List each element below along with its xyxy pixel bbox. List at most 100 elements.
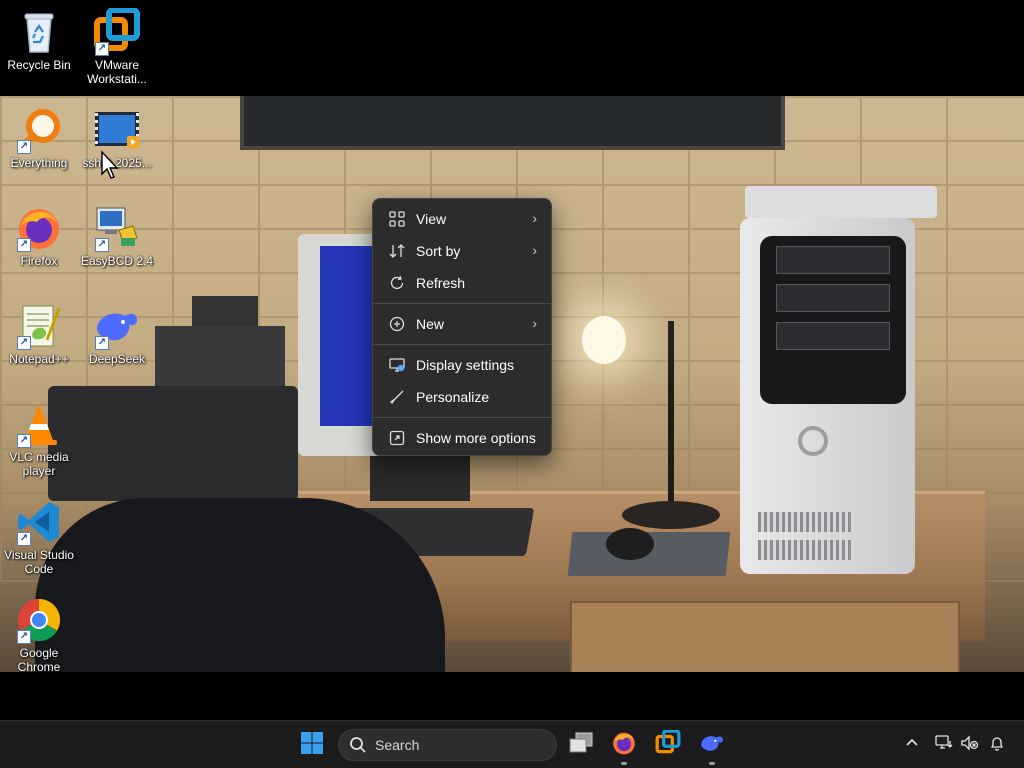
chevron-right-icon: › — [532, 242, 537, 258]
shortcut-arrow-icon: ↗ — [17, 434, 31, 448]
start-button[interactable] — [296, 729, 328, 761]
desktop-icon-deepseek[interactable]: ↗ DeepSeek — [78, 302, 156, 366]
firefox-icon — [611, 730, 637, 761]
desktop-icon-label: Everything — [10, 156, 68, 170]
recycle-bin-icon — [15, 8, 63, 56]
windows-start-icon — [300, 731, 324, 760]
shortcut-arrow-icon: ↗ — [17, 532, 31, 546]
menu-item-label: Show more options — [416, 430, 536, 446]
menu-item-new[interactable]: New › — [373, 308, 551, 340]
vlc-icon: ↗ — [15, 400, 63, 448]
taskbar-app-task-view[interactable] — [565, 729, 597, 761]
deepseek-icon: ↗ — [93, 302, 141, 350]
tray-notifications[interactable] — [985, 733, 1009, 757]
desktop-icon-label: Google Chrome — [17, 646, 61, 674]
shortcut-arrow-icon: ↗ — [95, 238, 109, 252]
chevron-up-icon — [905, 736, 919, 755]
taskbar-search-box[interactable]: Search — [338, 729, 557, 761]
desktop-icon-chrome[interactable]: ↗ Google Chrome — [0, 596, 78, 674]
wallpaper-pc-vent — [758, 512, 854, 532]
desktop-icon-vlc[interactable]: ↗ VLC media player — [0, 400, 78, 478]
wallpaper-pc-bay — [776, 322, 890, 350]
wallpaper-mouse — [606, 528, 654, 560]
wallpaper-monitor-screen — [320, 246, 375, 426]
bell-icon — [989, 735, 1005, 756]
menu-separator — [373, 417, 551, 418]
everything-search-icon: ↗ — [15, 106, 63, 154]
wallpaper-chair — [35, 498, 445, 672]
personalize-brush-icon — [387, 387, 407, 407]
vscode-icon: ↗ — [15, 498, 63, 546]
vmware-icon: ↗ — [93, 7, 141, 56]
wallpaper-pc-logo — [798, 426, 828, 456]
wallpaper-desk-drawer — [570, 601, 960, 672]
desktop-icon-vmware[interactable]: ↗ VMware Workstati... — [78, 7, 156, 86]
menu-item-display-settings[interactable]: Display settings — [373, 349, 551, 381]
shortcut-arrow-icon: ↗ — [17, 140, 31, 154]
shortcut-arrow-icon: ↗ — [17, 336, 31, 350]
wallpaper-lamp-base — [622, 501, 720, 529]
wallpaper-printer — [48, 386, 298, 501]
display-settings-icon — [387, 355, 407, 375]
show-more-options-icon — [387, 428, 407, 448]
volume-muted-icon — [961, 734, 979, 756]
desktop-icon-notepadpp[interactable]: ↗ Notepad++ — [0, 302, 78, 366]
network-icon — [935, 734, 953, 756]
menu-item-refresh[interactable]: Refresh — [373, 267, 551, 299]
wallpaper-pc-bay — [776, 246, 890, 274]
desktop-icon-label: DeepSeek — [88, 352, 146, 366]
menu-item-label: Display settings — [416, 357, 515, 373]
desktop-icon-recycle-bin[interactable]: Recycle Bin — [0, 8, 78, 72]
desktop-icon-label: Visual Studio Code — [4, 548, 74, 576]
running-indicator — [621, 762, 627, 765]
desktop-icon-label: Firefox — [20, 254, 58, 268]
shortcut-arrow-icon: ↗ — [95, 42, 109, 56]
easybcd-icon: ↗ — [93, 204, 141, 252]
desktop-icon-firefox[interactable]: ↗ Firefox — [0, 204, 78, 268]
deepseek-icon — [699, 730, 725, 761]
chrome-icon: ↗ — [15, 596, 63, 644]
chevron-right-icon: › — [532, 210, 537, 226]
wallpaper-printer-top — [155, 326, 285, 388]
tray-show-hidden-icons[interactable] — [900, 733, 924, 757]
video-file-icon — [93, 106, 141, 154]
taskbar-app-vmware[interactable] — [652, 728, 684, 761]
menu-item-view[interactable]: View › — [373, 203, 551, 235]
desktop-icon-label: Notepad++ — [9, 352, 69, 366]
menu-item-personalize[interactable]: Personalize — [373, 381, 551, 413]
tray-volume[interactable] — [958, 733, 982, 757]
chevron-right-icon: › — [532, 315, 537, 331]
mouse-cursor-icon — [100, 150, 120, 180]
desktop-icon-vscode[interactable]: ↗ Visual Studio Code — [0, 498, 78, 576]
search-icon — [349, 736, 367, 754]
refresh-icon — [387, 273, 407, 293]
menu-item-label: View — [416, 211, 447, 227]
wallpaper-lamp-head — [582, 316, 626, 364]
search-placeholder: Search — [375, 737, 420, 753]
task-view-icon — [568, 732, 594, 759]
menu-item-sort-by[interactable]: Sort by › — [373, 235, 551, 267]
desktop-context-menu: View › Sort by › Refresh New › Display s… — [372, 198, 552, 456]
tray-network[interactable] — [932, 733, 956, 757]
desktop-icon-everything[interactable]: ↗ Everything — [0, 106, 78, 170]
wallpaper-pc-top — [745, 186, 937, 218]
desktop-icon-label: VMware Workstati... — [87, 58, 147, 86]
taskbar-app-firefox[interactable] — [608, 729, 640, 765]
menu-separator — [373, 303, 551, 304]
firefox-icon: ↗ — [15, 204, 63, 252]
taskbar: Search — [0, 720, 1024, 768]
desktop-icon-label: Recycle Bin — [7, 58, 71, 72]
wallpaper-lamp-pole — [668, 321, 674, 511]
view-grid-icon — [387, 209, 407, 229]
notepadpp-icon: ↗ — [15, 302, 63, 350]
new-plus-icon — [387, 314, 407, 334]
desktop-icon-easybcd[interactable]: ↗ EasyBCD 2.4 — [78, 204, 156, 268]
menu-item-show-more-options[interactable]: Show more options — [373, 422, 551, 454]
vmware-icon — [655, 728, 681, 761]
shortcut-arrow-icon: ↗ — [17, 630, 31, 644]
wallpaper-pc-bay — [776, 284, 890, 312]
shortcut-arrow-icon: ↗ — [95, 336, 109, 350]
taskbar-app-deepseek[interactable] — [696, 729, 728, 765]
desktop-icon-label: VLC media player — [9, 450, 69, 478]
desktop-icon-label: EasyBCD 2.4 — [80, 254, 154, 268]
